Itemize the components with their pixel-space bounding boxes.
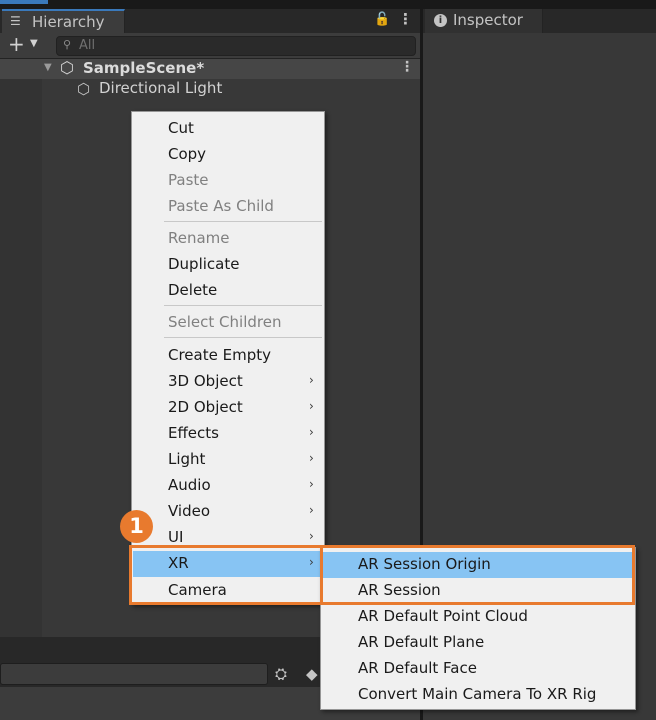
tag-icon[interactable]: ◆: [306, 665, 318, 683]
menu-separator: [164, 337, 322, 338]
submenu-item-ar-session[interactable]: AR Session: [322, 578, 634, 604]
menu-item-video[interactable]: Video ›: [133, 499, 323, 525]
expand-arrow-icon[interactable]: ▼: [44, 62, 52, 73]
chevron-right-icon: ›: [309, 477, 314, 491]
active-window-accent: [0, 0, 48, 4]
step-badge: 1: [120, 510, 153, 543]
chevron-right-icon: ›: [309, 503, 314, 517]
search-placeholder: All: [79, 38, 96, 53]
list-icon: ☰: [10, 14, 21, 28]
xr-submenu: AR Session Origin AR Session AR Default …: [320, 547, 636, 710]
tab-hierarchy-label: Hierarchy: [32, 13, 105, 31]
caret-down-icon: ▼: [30, 38, 38, 49]
submenu-item-convert-main-camera[interactable]: Convert Main Camera To XR Rig: [322, 682, 634, 708]
scene-name: SampleScene*: [83, 59, 205, 77]
submenu-item-ar-default-point-cloud[interactable]: AR Default Point Cloud: [322, 604, 634, 630]
menu-item-xr[interactable]: XR ›: [133, 551, 323, 577]
menu-item-2d-object[interactable]: 2D Object ›: [133, 395, 323, 421]
tab-inspector-label: Inspector: [453, 11, 523, 29]
menu-item-light[interactable]: Light ›: [133, 447, 323, 473]
chevron-right-icon: ›: [309, 373, 314, 387]
inspector-tab-bar: i Inspector: [423, 9, 656, 33]
hierarchy-search-input[interactable]: ⚲ All: [56, 36, 416, 56]
chevron-right-icon: ›: [309, 529, 314, 543]
hierarchy-item-label: Directional Light: [99, 79, 223, 97]
menu-item-3d-object[interactable]: 3D Object ›: [133, 369, 323, 395]
scene-options-icon[interactable]: ⋮: [400, 59, 414, 75]
hierarchy-tab-bar: ☰ Hierarchy 🔓 ⋮: [0, 9, 420, 33]
gameobject-cube-icon: ⬡: [77, 80, 91, 98]
menu-item-cut[interactable]: Cut: [133, 116, 323, 142]
menu-item-duplicate[interactable]: Duplicate: [133, 252, 323, 278]
scene-row[interactable]: ▼ ⬡ SampleScene* ⋮: [0, 58, 420, 79]
menu-item-delete[interactable]: Delete: [133, 278, 323, 304]
menu-separator: [164, 221, 322, 222]
menu-item-rename[interactable]: Rename: [133, 226, 323, 252]
hierarchy-toolbar: + ▼ ⚲ All: [0, 32, 420, 59]
submenu-item-ar-session-origin[interactable]: AR Session Origin: [322, 552, 634, 578]
chevron-right-icon: ›: [309, 425, 314, 439]
create-dropdown-button[interactable]: + ▼: [6, 32, 44, 56]
submenu-item-ar-default-plane[interactable]: AR Default Plane: [322, 630, 634, 656]
menu-item-camera[interactable]: Camera: [133, 578, 323, 604]
menu-separator: [164, 305, 322, 306]
bottom-search-field[interactable]: [0, 663, 268, 685]
tab-hierarchy[interactable]: ☰ Hierarchy: [2, 9, 125, 33]
search-icon: ⚲: [63, 38, 72, 51]
menu-item-ui[interactable]: UI ›: [133, 525, 323, 551]
window-top-strip: [0, 0, 656, 9]
plus-icon: +: [8, 32, 25, 56]
menu-item-select-children[interactable]: Select Children: [133, 310, 323, 336]
lock-icon[interactable]: 🔓: [374, 12, 390, 27]
chevron-right-icon: ›: [309, 399, 314, 413]
chevron-right-icon: ›: [309, 555, 314, 569]
scene-tool-icon[interactable]: ⛭: [275, 665, 287, 683]
chevron-right-icon: ›: [309, 451, 314, 465]
tab-inspector[interactable]: i Inspector: [425, 9, 543, 33]
unity-scene-icon: ⬡: [60, 58, 74, 77]
menu-item-paste-as-child[interactable]: Paste As Child: [133, 194, 323, 220]
submenu-item-ar-default-face[interactable]: AR Default Face: [322, 656, 634, 682]
menu-item-copy[interactable]: Copy: [133, 142, 323, 168]
hierarchy-item-directional-light[interactable]: ⬡ Directional Light: [42, 79, 420, 99]
menu-item-paste[interactable]: Paste: [133, 168, 323, 194]
more-options-icon[interactable]: ⋮: [398, 10, 413, 28]
menu-item-audio[interactable]: Audio ›: [133, 473, 323, 499]
menu-item-effects[interactable]: Effects ›: [133, 421, 323, 447]
info-icon: i: [434, 14, 447, 27]
menu-item-create-empty[interactable]: Create Empty: [133, 343, 323, 369]
tree-gutter: [0, 59, 42, 637]
context-menu: Cut Copy Paste Paste As Child Rename Dup…: [131, 111, 325, 605]
